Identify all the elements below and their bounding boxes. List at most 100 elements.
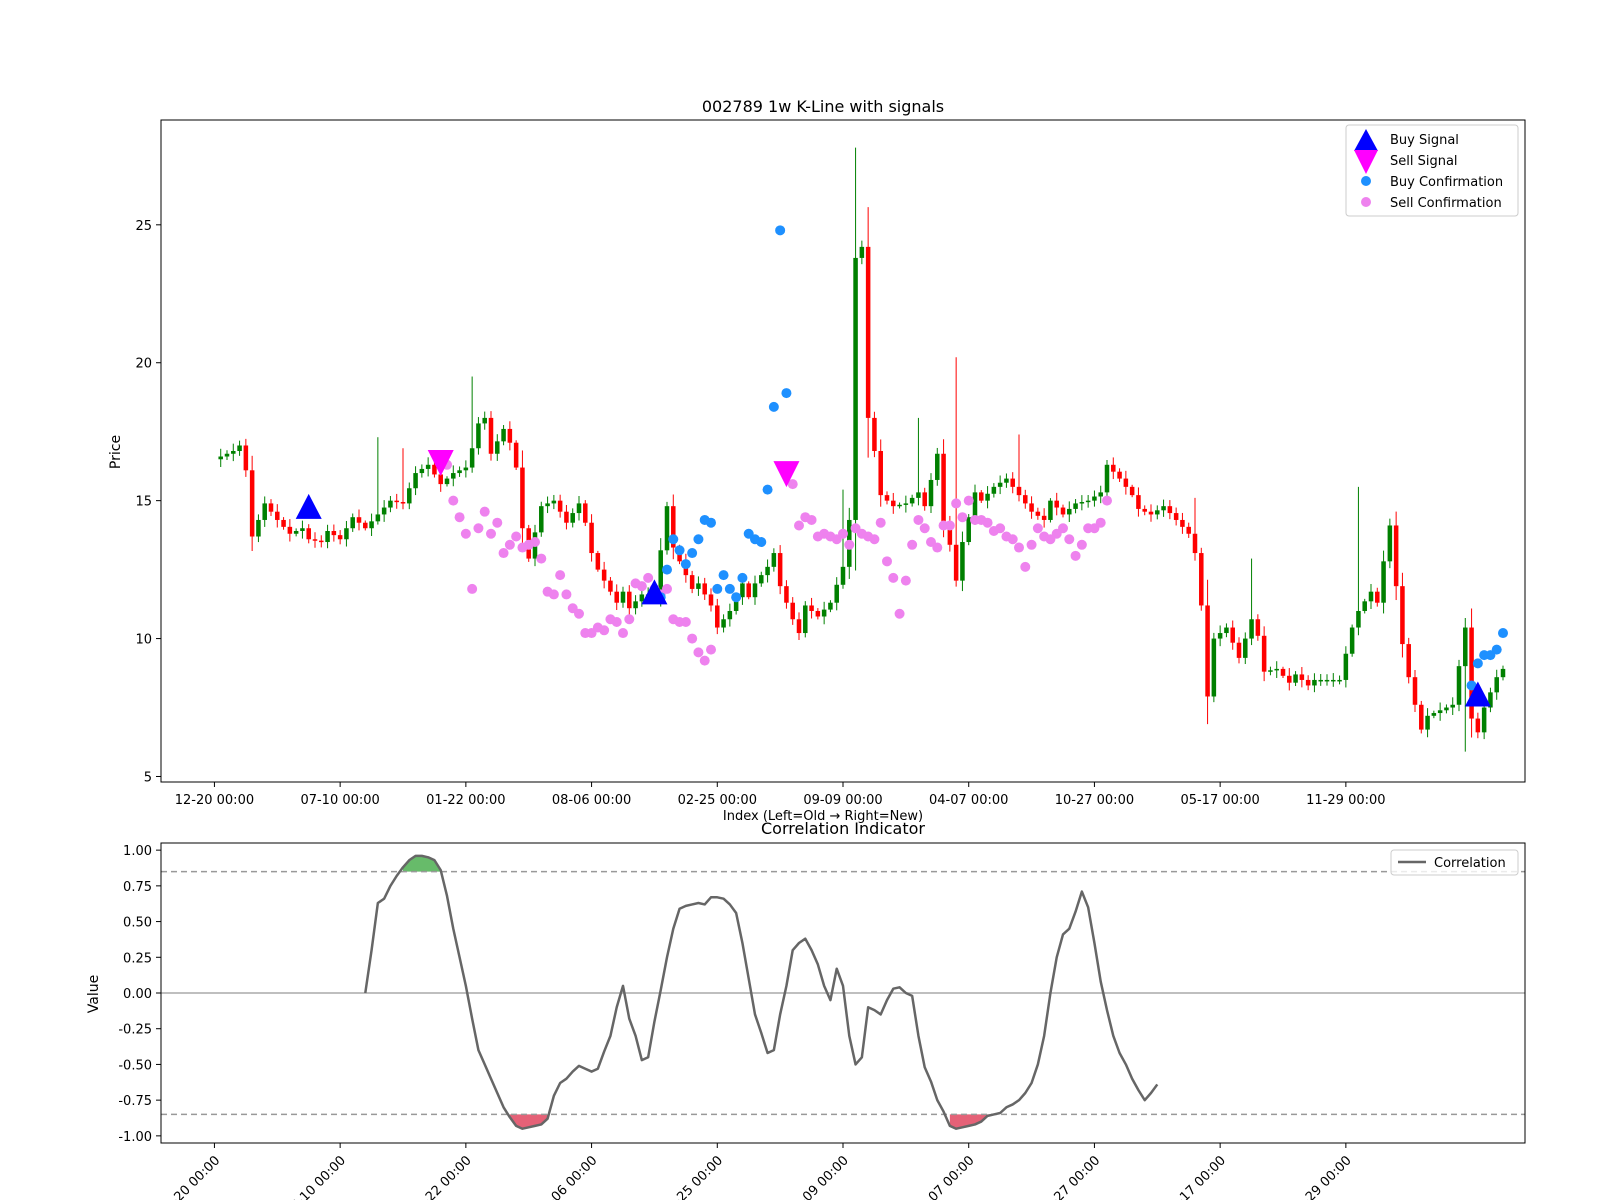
candle-body	[1444, 707, 1449, 711]
candle-body	[482, 417, 487, 424]
sell-confirmation-point	[706, 644, 716, 655]
correlation-ytick-label: -0.75	[118, 1094, 152, 1109]
sell-confirmation-point	[894, 608, 905, 619]
candle-body	[1048, 500, 1053, 520]
candle-body	[708, 594, 714, 606]
candle-body	[237, 445, 242, 451]
correlation-ytick-label: 0.00	[123, 987, 152, 1002]
candle-body	[1255, 619, 1261, 636]
candle-body	[1211, 638, 1217, 697]
candle-body	[1029, 503, 1034, 512]
candle-body	[784, 586, 789, 603]
sell-confirmation-point	[1014, 542, 1024, 553]
candle-body	[275, 511, 280, 520]
candle-body	[388, 500, 393, 508]
candle-body	[457, 470, 462, 474]
candle-body	[413, 473, 418, 489]
candle-body	[1230, 627, 1235, 643]
correlation-xtick-label: 11-29 00:00	[1288, 1153, 1355, 1200]
candle-body	[1129, 486, 1135, 496]
candle-body	[1155, 510, 1160, 515]
candle-body	[495, 441, 500, 454]
candle-body	[369, 521, 374, 529]
candle-body	[1400, 586, 1405, 645]
sell-confirmation-point	[636, 581, 647, 592]
candle-body	[903, 503, 909, 505]
correlation-xtick-label: 01-22 00:00	[408, 1153, 475, 1200]
candle-body	[287, 526, 293, 534]
candle-body	[268, 503, 274, 512]
candle-body	[218, 456, 223, 460]
candle-body	[1463, 627, 1468, 667]
candles	[218, 147, 1506, 752]
sell-confirmation-point	[643, 572, 654, 583]
candle-body	[746, 583, 751, 598]
candle-body	[1249, 619, 1254, 639]
kline-ytick-label: 25	[135, 219, 152, 234]
candle-body	[834, 584, 839, 603]
candle-body	[891, 500, 896, 507]
candle-body	[1010, 478, 1015, 487]
candle-body	[759, 575, 764, 584]
candle-body	[570, 513, 575, 523]
kline-legend: Buy Signal Sell Signal Buy Confirmation …	[1345, 124, 1519, 217]
sell-confirmation-point	[982, 517, 993, 528]
candle-body	[451, 473, 456, 479]
candle-body	[1274, 668, 1279, 671]
candle-body	[752, 583, 758, 598]
candle-body	[231, 451, 236, 454]
candle-body	[1337, 679, 1342, 682]
candle-body	[419, 468, 425, 474]
candle-body	[953, 544, 959, 581]
candle-body	[765, 566, 770, 576]
candle-body	[1331, 679, 1336, 682]
correlation-chart: Correlation Indicator Value 1.00 0.75 0.50…	[86, 819, 1526, 1204]
correlation-ytick-label: 1.00	[123, 844, 152, 859]
sell-confirmation-point	[900, 575, 911, 586]
candle-body	[1412, 677, 1418, 705]
candle-body	[627, 591, 632, 609]
candle-body	[293, 530, 299, 534]
candle-body	[1035, 511, 1041, 516]
candle-body	[539, 506, 544, 533]
kline-chart: 002789 1w K-Line with signals Price Inde…	[108, 97, 1526, 824]
candle-body	[1067, 508, 1072, 515]
candle-body	[821, 609, 827, 617]
candle-body	[1494, 677, 1499, 693]
candle-body	[771, 553, 777, 567]
candle-body	[501, 428, 506, 442]
sell-confirmation-point	[699, 655, 710, 666]
sell-confirmation-point	[511, 531, 522, 542]
candle-body	[394, 500, 399, 503]
candle-body	[1199, 553, 1204, 606]
candle-body	[463, 467, 469, 471]
sell-confirmation-point	[548, 589, 559, 600]
kline-xtick-label: 11-29 00:00	[1306, 793, 1385, 808]
candle-body	[312, 539, 318, 541]
correlation-xtick-label: 10-27 00:00	[1037, 1153, 1104, 1200]
candle-body	[828, 602, 833, 610]
kline-xtick-label: 05-17 00:00	[1180, 793, 1259, 808]
candle-body	[488, 417, 494, 454]
sell-confirmation-point	[555, 570, 566, 581]
candle-body	[1023, 495, 1028, 504]
sell-confirmation-point	[536, 553, 547, 564]
candle-body	[922, 492, 927, 507]
sell-confirmation-point	[1020, 561, 1031, 572]
kline-xtick-label: 01-22 00:00	[426, 793, 505, 808]
candle-body	[740, 583, 745, 598]
candle-body	[381, 507, 387, 515]
buy-confirmation-legend-icon	[1361, 176, 1371, 186]
candle-body	[639, 594, 645, 602]
sell-confirmation-point	[624, 614, 635, 625]
buy-confirmation-point	[762, 484, 773, 495]
candle-body	[1104, 464, 1110, 493]
candle-body	[1261, 635, 1267, 672]
candle-body	[1362, 601, 1367, 611]
sell-confirmation-point	[1064, 534, 1075, 545]
candle-body	[337, 535, 343, 540]
candle-body	[545, 503, 550, 507]
candle-body	[1205, 605, 1210, 697]
candle-body	[551, 500, 557, 504]
candle-body	[319, 540, 324, 543]
